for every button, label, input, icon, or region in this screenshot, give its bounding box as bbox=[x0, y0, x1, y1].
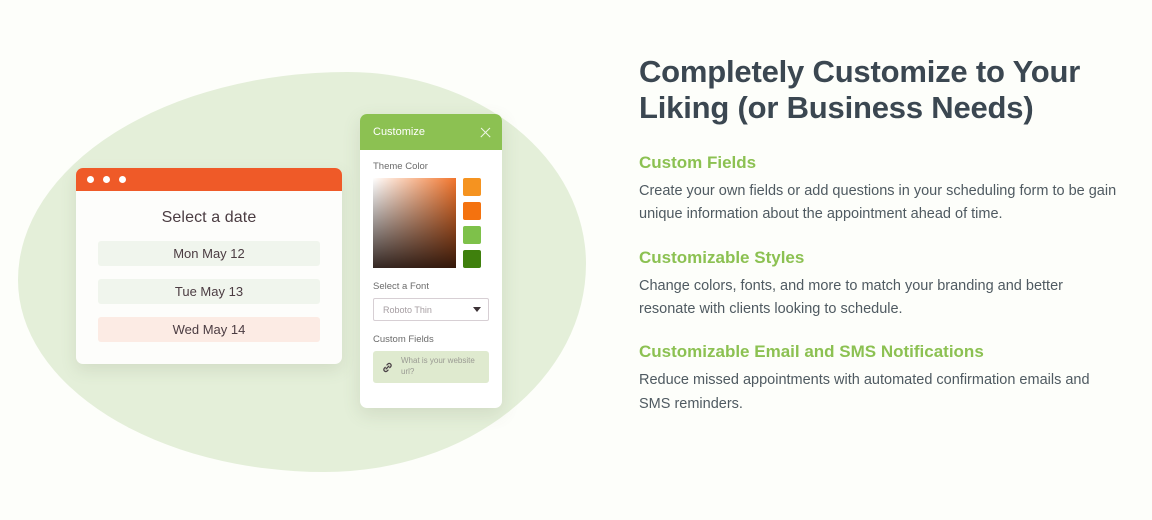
window-dot-close-icon bbox=[87, 176, 94, 183]
feature-title: Customizable Email and SMS Notifications bbox=[639, 342, 984, 362]
customize-panel-body: Theme Color Select a Font Roboto Thin Cu… bbox=[360, 150, 502, 383]
swatch-dark-green[interactable] bbox=[463, 250, 481, 268]
feature-customizable-styles: Customizable Styles Change colors, fonts… bbox=[639, 248, 1123, 322]
font-select[interactable]: Roboto Thin bbox=[373, 298, 489, 321]
feature-description: Reduce missed appointments with automate… bbox=[639, 372, 1090, 412]
marketing-feature-section: Select a date Mon May 12 Tue May 13 Wed … bbox=[0, 0, 1152, 520]
booking-window-mockup: Select a date Mon May 12 Tue May 13 Wed … bbox=[76, 168, 342, 364]
font-select-value: Roboto Thin bbox=[383, 304, 432, 315]
date-option-mon[interactable]: Mon May 12 bbox=[98, 241, 320, 266]
window-dot-maximize-icon bbox=[119, 176, 126, 183]
feature-email-sms-notifications: Customizable Email and SMS Notifications… bbox=[639, 342, 1123, 416]
date-option-tue[interactable]: Tue May 13 bbox=[98, 279, 320, 304]
customize-panel-title: Customize bbox=[373, 126, 425, 138]
custom-field-row[interactable]: What is your website url? bbox=[373, 351, 489, 383]
swatch-light-green[interactable] bbox=[463, 226, 481, 244]
feature-title: Customizable Styles bbox=[639, 247, 805, 267]
page-title: Completely Customize to Your Liking (or … bbox=[639, 54, 1081, 126]
booking-body: Select a date Mon May 12 Tue May 13 Wed … bbox=[76, 191, 342, 342]
theme-color-label: Theme Color bbox=[373, 161, 428, 172]
window-titlebar bbox=[76, 168, 342, 191]
theme-color-picker bbox=[373, 178, 489, 268]
feature-title: Custom Fields bbox=[639, 152, 757, 172]
select-a-font-label: Select a Font bbox=[373, 281, 429, 292]
feature-description: Create your own fields or add questions … bbox=[639, 182, 1117, 223]
illustration: Select a date Mon May 12 Tue May 13 Wed … bbox=[0, 0, 620, 520]
color-swatch-list bbox=[463, 178, 481, 268]
date-option-wed-selected[interactable]: Wed May 14 bbox=[98, 317, 320, 342]
swatch-amber[interactable] bbox=[463, 178, 481, 196]
customize-panel-header: Customize bbox=[360, 114, 502, 150]
link-icon bbox=[381, 361, 394, 374]
swatch-orange[interactable] bbox=[463, 202, 481, 220]
feature-copy: Completely Customize to Your Liking (or … bbox=[639, 54, 1123, 416]
custom-field-placeholder: What is your website url? bbox=[401, 356, 475, 376]
window-dot-minimize-icon bbox=[103, 176, 110, 183]
color-gradient-field[interactable] bbox=[373, 178, 456, 268]
select-a-date-title: Select a date bbox=[161, 209, 257, 226]
close-icon[interactable] bbox=[479, 126, 492, 139]
feature-description: Change colors, fonts, and more to match … bbox=[639, 277, 1063, 317]
chevron-down-icon bbox=[473, 307, 481, 312]
custom-fields-label: Custom Fields bbox=[373, 334, 434, 345]
feature-custom-fields: Custom Fields Create your own fields or … bbox=[639, 153, 1123, 227]
customize-panel: Customize Theme Color Select a Font Robo… bbox=[360, 114, 502, 408]
